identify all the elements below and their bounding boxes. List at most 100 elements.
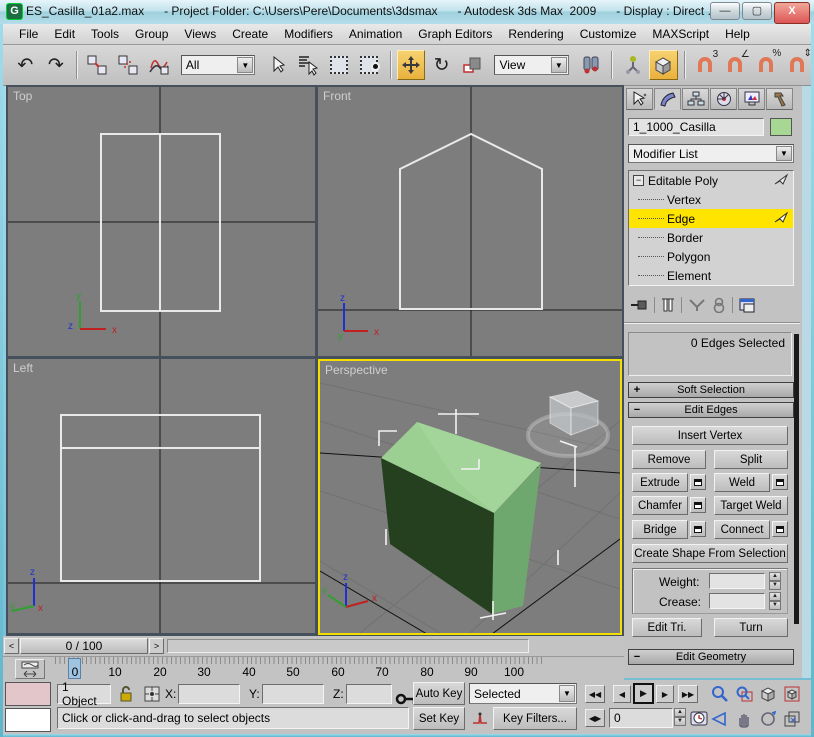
pin-stack-icon[interactable] bbox=[630, 298, 648, 312]
rollout-edit-edges[interactable]: − Edit Edges bbox=[628, 402, 794, 418]
connect-button[interactable]: Connect bbox=[714, 520, 770, 539]
next-frame-icon[interactable]: ▶ bbox=[656, 685, 674, 703]
field-of-view-icon[interactable] bbox=[709, 708, 731, 730]
zoom-all-icon[interactable] bbox=[733, 683, 755, 705]
object-name-field[interactable]: 1_1000_Casilla bbox=[628, 118, 764, 136]
tab-hierarchy-icon[interactable] bbox=[682, 88, 709, 110]
show-in-viewport-icon[interactable] bbox=[774, 211, 789, 224]
make-unique-icon[interactable] bbox=[688, 298, 706, 312]
keying-set-dropdown[interactable]: Selected▼ bbox=[469, 683, 577, 704]
remove-modifier-icon[interactable] bbox=[712, 297, 726, 313]
rollout-soft-selection[interactable]: + Soft Selection bbox=[628, 382, 794, 398]
auto-key-button[interactable]: Auto Key bbox=[413, 682, 465, 705]
select-and-scale-icon[interactable] bbox=[458, 50, 487, 80]
menu-modifiers[interactable]: Modifiers bbox=[276, 25, 341, 43]
modifier-list-dropdown[interactable]: Modifier List▼ bbox=[628, 144, 794, 163]
bridge-button[interactable]: Bridge bbox=[632, 520, 688, 539]
macro-recorder-pane[interactable] bbox=[5, 682, 51, 706]
crease-spinner[interactable]: ▲▼ bbox=[769, 592, 781, 610]
tab-utilities-icon[interactable] bbox=[766, 88, 793, 110]
percent-snap-icon[interactable]: % bbox=[752, 50, 781, 80]
extrude-button[interactable]: Extrude bbox=[632, 473, 688, 492]
weight-field[interactable] bbox=[709, 573, 765, 589]
pan-hand-icon[interactable] bbox=[733, 708, 755, 730]
select-and-move-icon[interactable] bbox=[397, 50, 426, 80]
menu-customize[interactable]: Customize bbox=[572, 25, 645, 43]
set-key-button[interactable]: Set Key bbox=[413, 707, 465, 730]
default-tangent-icon[interactable] bbox=[469, 707, 491, 729]
zoom-icon[interactable] bbox=[709, 683, 731, 705]
title-bar[interactable]: G ES_Casilla_01a2.max - Project Folder: … bbox=[0, 0, 814, 24]
maximize-button[interactable]: ▢ bbox=[742, 2, 772, 20]
select-and-link-icon[interactable] bbox=[83, 50, 112, 80]
connect-settings-icon[interactable] bbox=[772, 521, 788, 537]
viewport-front[interactable]: z x y Front bbox=[318, 87, 622, 356]
stack-row-edge[interactable]: Edge bbox=[629, 209, 793, 228]
undo-icon[interactable]: ↶ bbox=[11, 50, 40, 80]
viewport-perspective[interactable]: z x y Perspective bbox=[318, 359, 622, 635]
spinner-snap-icon[interactable]: ⇕ bbox=[782, 50, 811, 80]
remove-button[interactable]: Remove bbox=[632, 450, 706, 469]
reference-coordinate-dropdown[interactable]: View▼ bbox=[494, 55, 568, 75]
chevron-down-icon[interactable]: ▼ bbox=[237, 57, 253, 73]
time-slider-track[interactable] bbox=[167, 639, 529, 653]
time-slider-handle[interactable]: 0 / 100 bbox=[20, 638, 148, 654]
mini-curve-editor-icon[interactable] bbox=[15, 659, 45, 679]
menu-maxscript[interactable]: MAXScript bbox=[644, 25, 717, 43]
chevron-down-icon[interactable]: ▼ bbox=[776, 146, 792, 161]
viewport-top-label[interactable]: Top bbox=[13, 89, 32, 103]
menu-graph-editors[interactable]: Graph Editors bbox=[410, 25, 500, 43]
use-pivot-point-icon[interactable] bbox=[577, 50, 606, 80]
menu-create[interactable]: Create bbox=[224, 25, 276, 43]
weight-spinner[interactable]: ▲▼ bbox=[769, 572, 781, 590]
selection-lock-icon[interactable] bbox=[115, 683, 137, 705]
menu-rendering[interactable]: Rendering bbox=[500, 25, 571, 43]
close-button[interactable]: X bbox=[774, 2, 810, 24]
minimize-button[interactable]: — bbox=[710, 2, 740, 20]
insert-vertex-button[interactable]: Insert Vertex bbox=[632, 426, 788, 445]
maximize-viewport-icon[interactable] bbox=[781, 708, 803, 730]
current-frame-field[interactable]: 0 bbox=[609, 708, 673, 728]
angle-snap-toggle-icon[interactable]: ∠ bbox=[721, 50, 750, 80]
menu-views[interactable]: Views bbox=[176, 25, 224, 43]
chevron-down-icon[interactable]: ▼ bbox=[551, 57, 567, 73]
select-object-icon[interactable] bbox=[263, 50, 292, 80]
play-icon[interactable]: ▶ bbox=[633, 683, 654, 704]
time-next-button[interactable]: > bbox=[149, 638, 164, 654]
go-to-start-icon[interactable]: ◀◀ bbox=[585, 685, 605, 703]
show-end-result-icon[interactable] bbox=[661, 297, 675, 313]
bridge-settings-icon[interactable] bbox=[690, 521, 706, 537]
rectangular-selection-region-icon[interactable] bbox=[325, 50, 354, 80]
show-in-viewport-icon[interactable] bbox=[774, 173, 789, 186]
arc-rotate-icon[interactable] bbox=[757, 708, 779, 730]
collapse-icon[interactable]: − bbox=[633, 175, 644, 186]
chamfer-settings-icon[interactable] bbox=[690, 497, 706, 513]
angle-snap-icon[interactable]: 3 bbox=[691, 50, 720, 80]
tab-create-icon[interactable] bbox=[626, 88, 653, 110]
stack-row-editable-poly[interactable]: − Editable Poly bbox=[629, 171, 793, 190]
menu-edit[interactable]: Edit bbox=[46, 25, 83, 43]
stack-row-vertex[interactable]: Vertex bbox=[629, 190, 793, 209]
tab-motion-icon[interactable] bbox=[710, 88, 737, 110]
viewport-front-label[interactable]: Front bbox=[323, 89, 351, 103]
menu-tools[interactable]: Tools bbox=[83, 25, 127, 43]
y-field[interactable] bbox=[262, 684, 324, 704]
select-and-manipulate-icon[interactable] bbox=[618, 50, 647, 80]
viewport-perspective-label[interactable]: Perspective bbox=[325, 363, 388, 377]
select-by-name-icon[interactable] bbox=[294, 50, 323, 80]
split-button[interactable]: Split bbox=[714, 450, 788, 469]
absolute-mode-icon[interactable] bbox=[141, 683, 163, 705]
menu-animation[interactable]: Animation bbox=[341, 25, 410, 43]
x-field[interactable] bbox=[178, 684, 240, 704]
zoom-extents-all-icon[interactable] bbox=[781, 683, 803, 705]
stack-row-element[interactable]: Element bbox=[629, 266, 793, 285]
key-mode-toggle-icon[interactable]: ◀▶ bbox=[585, 709, 605, 727]
snap-toggle-3d-icon[interactable] bbox=[649, 50, 678, 80]
listener-pane[interactable] bbox=[5, 708, 51, 732]
chevron-down-icon[interactable]: ▼ bbox=[559, 685, 575, 702]
create-shape-button[interactable]: Create Shape From Selection bbox=[632, 544, 788, 563]
menu-group[interactable]: Group bbox=[127, 25, 176, 43]
crease-field[interactable] bbox=[709, 593, 765, 609]
redo-icon[interactable]: ↷ bbox=[42, 50, 71, 80]
stack-row-polygon[interactable]: Polygon bbox=[629, 247, 793, 266]
